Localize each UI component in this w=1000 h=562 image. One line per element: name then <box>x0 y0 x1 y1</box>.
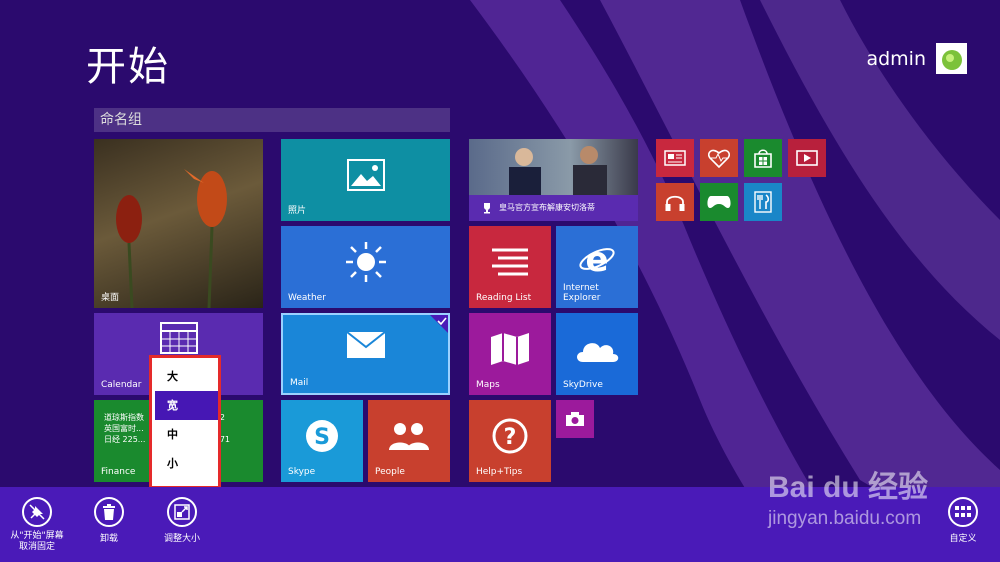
fork-knife-icon <box>754 191 772 213</box>
tile-games[interactable] <box>700 183 738 221</box>
svg-text:S: S <box>314 425 330 450</box>
tile-label: People <box>375 467 405 477</box>
customize-button[interactable]: 自定义 <box>942 497 984 544</box>
customize-icon <box>948 497 978 527</box>
resize-icon <box>167 497 197 527</box>
finance-line-2: 英国富时... <box>104 424 144 433</box>
user-name: admin <box>866 47 926 70</box>
news-headline: 皇马官方宣布解康安切洛蒂 <box>499 203 595 212</box>
tile-people[interactable]: People <box>368 400 450 482</box>
map-icon <box>491 333 529 366</box>
calendar-icon <box>159 321 198 354</box>
menu-item-medium[interactable]: 中 <box>155 420 218 449</box>
selected-check-icon <box>430 315 448 333</box>
tile-label: Reading List <box>476 293 532 303</box>
tile-label: Calendar <box>101 380 142 390</box>
tulip-wallpaper-icon <box>116 169 227 308</box>
tile-skype[interactable]: S Skype <box>281 400 363 482</box>
tile-label: 桌面 <box>101 293 120 303</box>
unpin-icon <box>22 497 52 527</box>
finance-line-1: 道琼斯指数 <box>104 413 144 422</box>
avatar <box>936 43 967 74</box>
tile-help-tips[interactable]: ? Help+Tips <box>469 400 551 482</box>
tile-skydrive[interactable]: SkyDrive <box>556 313 638 395</box>
tile-label: Help+Tips <box>476 467 523 477</box>
customize-label: 自定义 <box>949 534 977 544</box>
watermark-brand: Bai du 经验 <box>768 471 929 504</box>
tile-maps[interactable]: Maps <box>469 313 551 395</box>
tile-label: Weather <box>288 293 326 303</box>
tile-store[interactable] <box>744 139 782 177</box>
tile-food[interactable] <box>744 183 782 221</box>
tile-label: Skype <box>288 467 316 477</box>
tile-label: Internet Explorer <box>563 283 601 303</box>
watermark-url: jingyan.baidu.com <box>768 508 922 529</box>
ie-icon: e <box>579 240 615 278</box>
news-photo-icon <box>509 146 607 197</box>
skype-icon: S <box>306 420 338 453</box>
start-screen-title: 开始 <box>86 44 170 90</box>
tile-label: Finance <box>101 467 136 477</box>
tile-label: SkyDrive <box>563 380 603 390</box>
cloud-icon <box>577 343 619 363</box>
menu-item-small[interactable]: 小 <box>155 449 218 478</box>
sun-icon <box>345 242 386 283</box>
tile-internet-explorer[interactable]: e Internet Explorer <box>556 226 638 308</box>
tile-photos[interactable]: 照片 <box>281 139 450 221</box>
group-name-field[interactable]: 命名组 <box>94 108 450 132</box>
finance-line-3: 日经 225... <box>104 435 146 444</box>
finance-value-1: 2 <box>219 413 225 422</box>
menu-item-wide[interactable]: 宽 <box>155 391 218 420</box>
resize-menu: 大 宽 中 小 <box>149 355 221 489</box>
resize-label: 调整大小 <box>163 534 200 544</box>
unpin-button[interactable]: 从"开始"屏幕 取消固定 <box>8 497 66 553</box>
uninstall-label: 卸载 <box>99 534 118 544</box>
svg-text:e: e <box>585 240 608 278</box>
baidu-watermark: Bai du 经验 jingyan.baidu.com <box>768 462 928 530</box>
user-account[interactable]: admin <box>866 43 967 74</box>
tile-label: Maps <box>476 380 500 390</box>
game-controller-icon <box>707 196 731 208</box>
tile-desktop[interactable]: 桌面 <box>94 139 263 308</box>
heart-icon <box>708 149 730 168</box>
reading-list-icon <box>492 248 528 276</box>
trash-icon <box>94 497 124 527</box>
svg-text:?: ? <box>504 425 517 450</box>
uninstall-button[interactable]: 卸载 <box>88 497 130 544</box>
newspaper-icon <box>664 150 686 166</box>
unpin-label: 从"开始"屏幕 取消固定 <box>10 531 64 552</box>
resize-button[interactable]: 调整大小 <box>158 497 206 544</box>
tile-label: 照片 <box>288 206 307 216</box>
store-bag-icon <box>754 149 772 168</box>
menu-item-large[interactable]: 大 <box>155 362 218 391</box>
tile-health[interactable] <box>700 139 738 177</box>
headphones-icon <box>665 195 685 211</box>
tile-news[interactable]: 皇马官方宣布解康安切洛蒂 <box>469 139 638 221</box>
camera-icon <box>566 412 584 426</box>
question-icon: ? <box>492 418 528 454</box>
photo-icon <box>346 159 385 192</box>
tile-weather[interactable]: Weather <box>281 226 450 308</box>
people-icon <box>389 423 429 451</box>
trophy-icon <box>484 203 490 214</box>
video-icon <box>796 150 818 166</box>
tile-music[interactable] <box>656 183 694 221</box>
tile-video[interactable] <box>788 139 826 177</box>
envelope-icon <box>345 330 386 358</box>
tile-label: Mail <box>290 378 309 388</box>
tile-mail[interactable]: Mail <box>281 313 450 395</box>
tile-reading-list[interactable]: Reading List <box>469 226 551 308</box>
finance-value-2: 71 <box>219 435 230 444</box>
tile-news-app[interactable] <box>656 139 694 177</box>
tile-camera[interactable] <box>556 400 594 438</box>
